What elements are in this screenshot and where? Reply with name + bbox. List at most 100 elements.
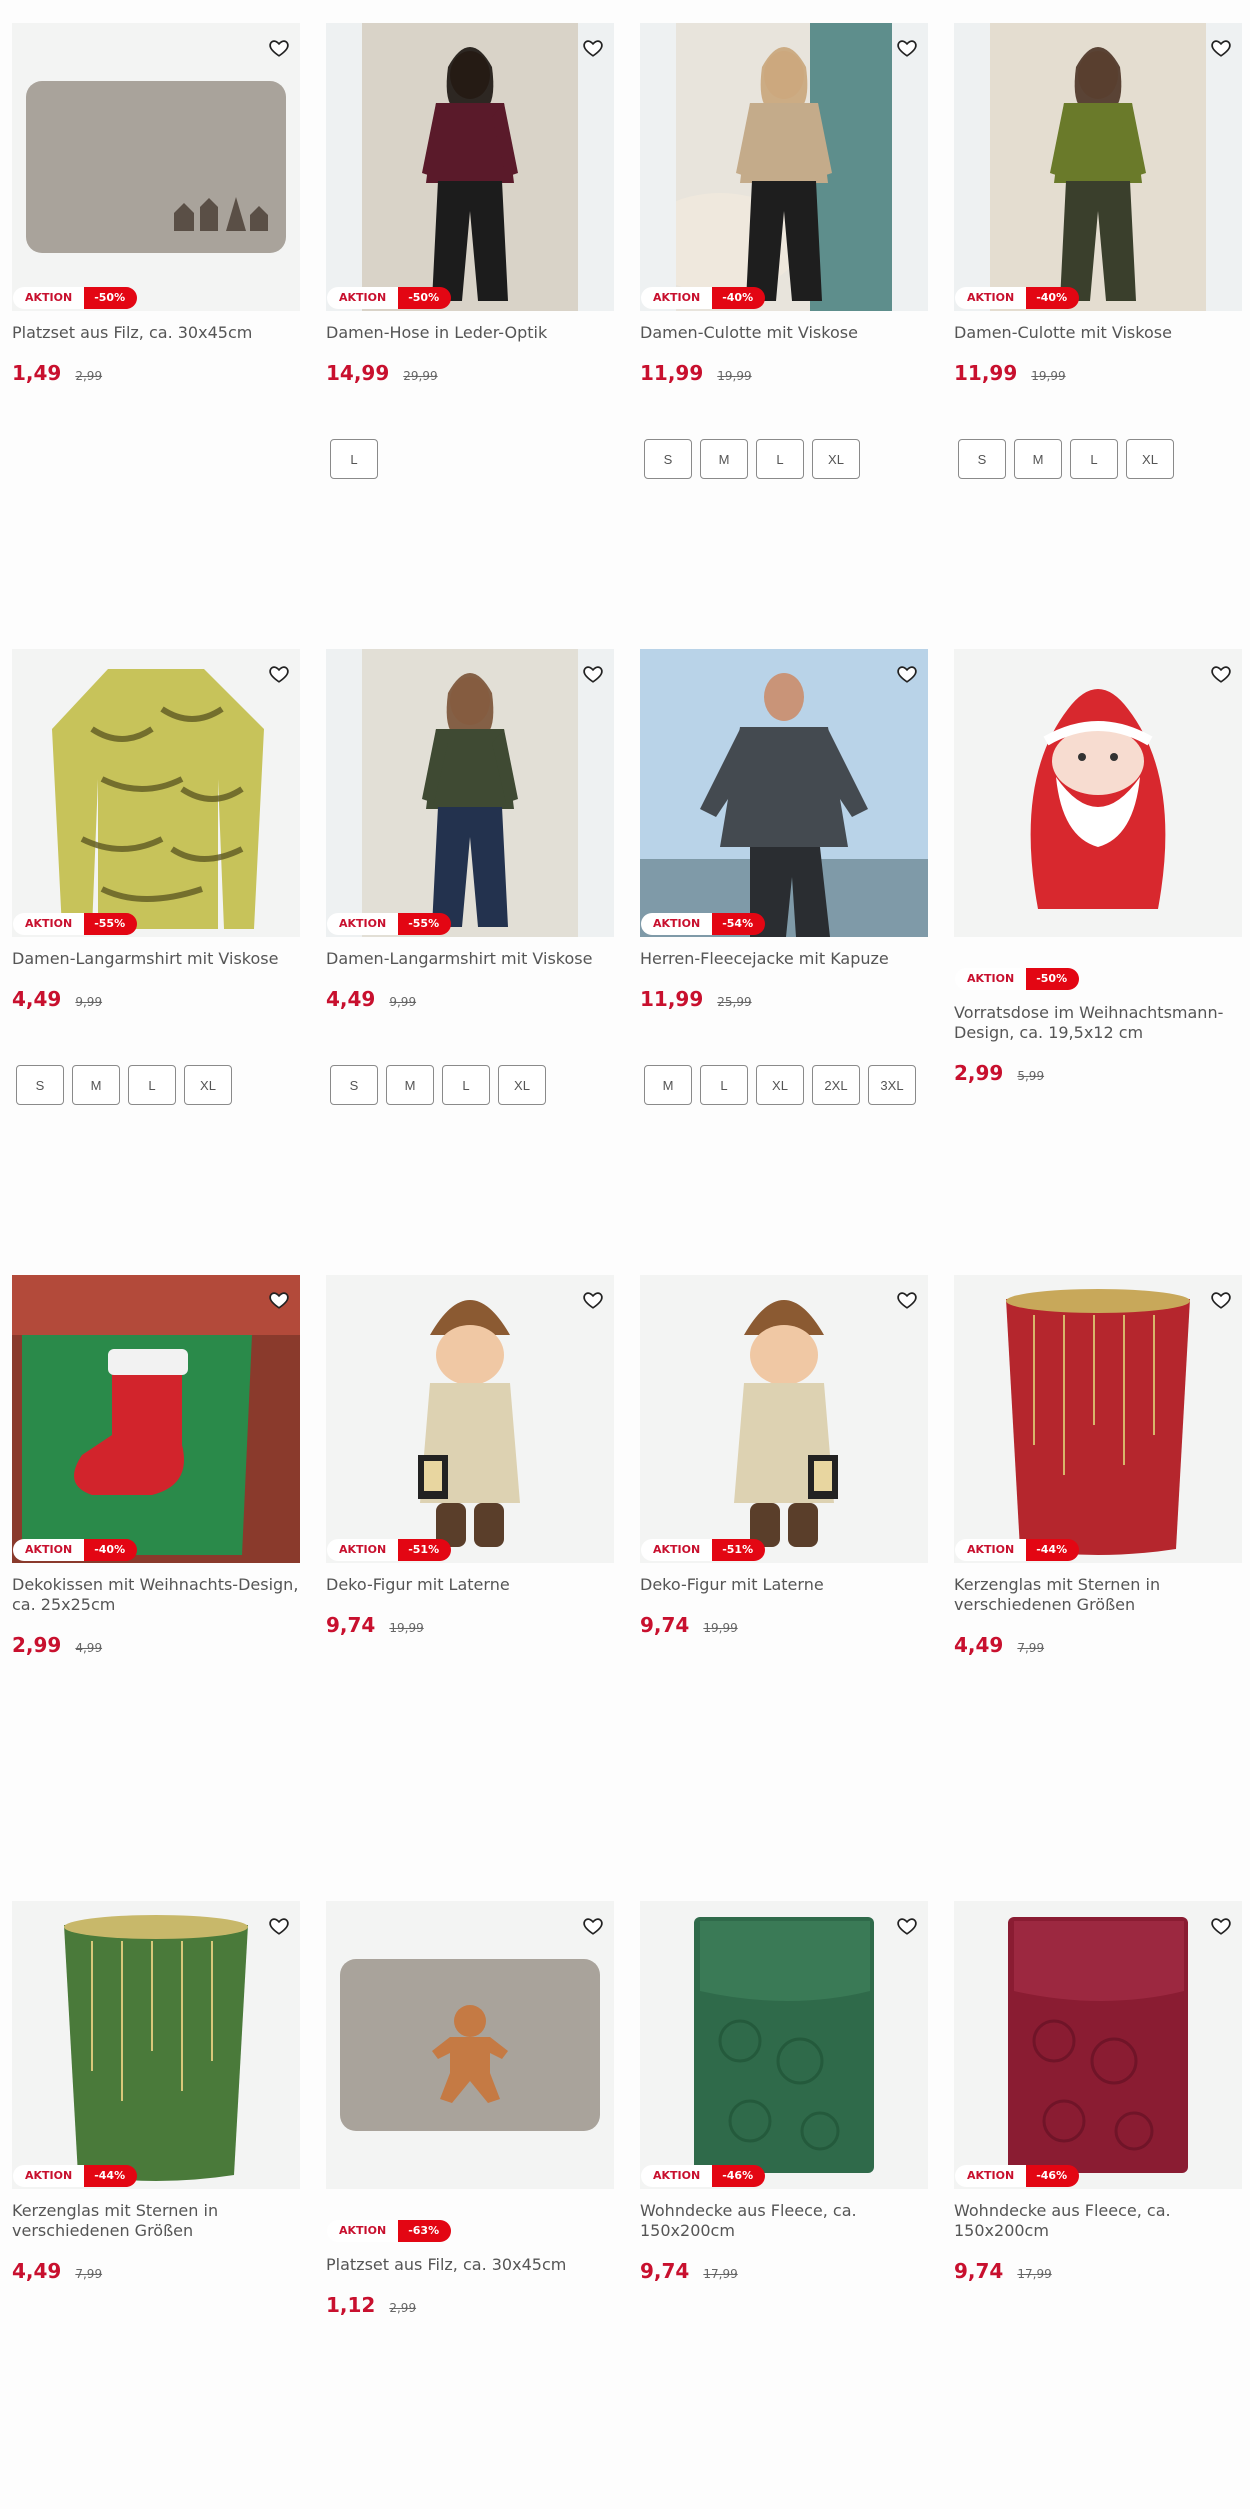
product-title[interactable]: Deko-Figur mit Laterne bbox=[326, 1575, 614, 1595]
wishlist-heart-icon[interactable] bbox=[580, 1913, 606, 1939]
product-image[interactable]: AKTION -46% bbox=[954, 1901, 1242, 2189]
original-price: 9,99 bbox=[75, 995, 103, 1009]
wishlist-heart-icon[interactable] bbox=[1208, 661, 1234, 687]
wishlist-heart-icon[interactable] bbox=[266, 1287, 292, 1313]
wishlist-heart-icon[interactable] bbox=[266, 1913, 292, 1939]
discount-percent: -50% bbox=[398, 287, 452, 309]
discount-badge: AKTION -50% bbox=[327, 286, 452, 310]
size-option-button[interactable]: S bbox=[644, 439, 692, 479]
size-option-button[interactable]: L bbox=[330, 439, 378, 479]
product-image[interactable] bbox=[326, 1901, 614, 2189]
product-image[interactable] bbox=[954, 649, 1242, 937]
aktion-label: AKTION bbox=[641, 1539, 713, 1561]
size-option-button[interactable]: L bbox=[128, 1065, 176, 1105]
wishlist-heart-icon[interactable] bbox=[894, 1913, 920, 1939]
wishlist-heart-icon[interactable] bbox=[266, 661, 292, 687]
discount-badge: AKTION -40% bbox=[955, 286, 1080, 310]
product-title[interactable]: Vorratsdose im Weihnachtsmann-Design, ca… bbox=[954, 1003, 1242, 1043]
product-image[interactable]: AKTION -44% bbox=[12, 1901, 300, 2189]
product-image[interactable]: AKTION -40% bbox=[12, 1275, 300, 1563]
product-image[interactable]: AKTION -50% bbox=[12, 23, 300, 311]
product-card[interactable]: AKTION -51% Deko-Figur mit Laterne 9,74 … bbox=[640, 1275, 928, 1637]
product-card[interactable]: AKTION -50% Platzset aus Filz, ca. 30x45… bbox=[12, 23, 300, 385]
product-card[interactable]: AKTION -40% Damen-Culotte mit Viskose 11… bbox=[640, 23, 928, 479]
wishlist-heart-icon[interactable] bbox=[580, 661, 606, 687]
product-card[interactable]: AKTION -51% Deko-Figur mit Laterne 9,74 … bbox=[326, 1275, 614, 1637]
product-title[interactable]: Damen-Culotte mit Viskose bbox=[640, 323, 928, 343]
size-option-button[interactable]: XL bbox=[1126, 439, 1174, 479]
product-image[interactable]: AKTION -51% bbox=[640, 1275, 928, 1563]
product-image[interactable]: AKTION -54% bbox=[640, 649, 928, 937]
product-image[interactable]: AKTION -44% bbox=[954, 1275, 1242, 1563]
wishlist-heart-icon[interactable] bbox=[894, 35, 920, 61]
product-card[interactable]: AKTION -50% Damen-Hose in Leder-Optik 14… bbox=[326, 23, 614, 479]
size-option-button[interactable]: XL bbox=[498, 1065, 546, 1105]
wishlist-heart-icon[interactable] bbox=[580, 35, 606, 61]
product-card[interactable]: AKTION -40% Dekokissen mit Weihnachts-De… bbox=[12, 1275, 300, 1657]
size-option-button[interactable]: 2XL bbox=[812, 1065, 860, 1105]
size-option-button[interactable]: XL bbox=[184, 1065, 232, 1105]
product-image[interactable]: AKTION -50% bbox=[326, 23, 614, 311]
product-image[interactable]: AKTION -40% bbox=[954, 23, 1242, 311]
product-title[interactable]: Wohndecke aus Fleece, ca. 150x200cm bbox=[640, 2201, 928, 2241]
product-card[interactable]: AKTION -40% Damen-Culotte mit Viskose 11… bbox=[954, 23, 1242, 479]
size-option-button[interactable]: S bbox=[958, 439, 1006, 479]
product-image[interactable]: AKTION -51% bbox=[326, 1275, 614, 1563]
product-card[interactable]: AKTION -44% Kerzenglas mit Sternen in ve… bbox=[954, 1275, 1242, 1657]
wishlist-heart-icon[interactable] bbox=[894, 661, 920, 687]
product-title[interactable]: Damen-Langarmshirt mit Viskose bbox=[326, 949, 614, 969]
product-title[interactable]: Platzset aus Filz, ca. 30x45cm bbox=[12, 323, 300, 343]
size-option-button[interactable]: M bbox=[644, 1065, 692, 1105]
product-title[interactable]: Herren-Fleecejacke mit Kapuze bbox=[640, 949, 928, 969]
size-option-button[interactable]: XL bbox=[812, 439, 860, 479]
size-option-button[interactable]: L bbox=[756, 439, 804, 479]
wishlist-heart-icon[interactable] bbox=[1208, 1913, 1234, 1939]
original-price: 7,99 bbox=[75, 2267, 103, 2281]
green-candle-glass-image bbox=[12, 1901, 300, 2189]
product-image[interactable]: AKTION -55% bbox=[12, 649, 300, 937]
product-title[interactable]: Damen-Hose in Leder-Optik bbox=[326, 323, 614, 343]
size-option-button[interactable]: L bbox=[1070, 439, 1118, 479]
size-option-button[interactable]: M bbox=[386, 1065, 434, 1105]
product-card[interactable]: AKTION -54% Herren-Fleecejacke mit Kapuz… bbox=[640, 649, 928, 1105]
size-option-button[interactable]: S bbox=[16, 1065, 64, 1105]
product-image[interactable]: AKTION -40% bbox=[640, 23, 928, 311]
original-price: 9,99 bbox=[389, 995, 417, 1009]
wishlist-heart-icon[interactable] bbox=[894, 1287, 920, 1313]
wishlist-heart-icon[interactable] bbox=[266, 35, 292, 61]
size-option-button[interactable]: L bbox=[442, 1065, 490, 1105]
product-title[interactable]: Deko-Figur mit Laterne bbox=[640, 1575, 928, 1595]
size-option-button[interactable]: M bbox=[1014, 439, 1062, 479]
product-card[interactable]: AKTION -55% Damen-Langarmshirt mit Visko… bbox=[326, 649, 614, 1105]
discount-percent: -50% bbox=[1026, 968, 1080, 990]
product-title[interactable]: Kerzenglas mit Sternen in verschiedenen … bbox=[12, 2201, 300, 2241]
size-option-button[interactable]: 3XL bbox=[868, 1065, 916, 1105]
product-title[interactable]: Damen-Langarmshirt mit Viskose bbox=[12, 949, 300, 969]
product-title[interactable]: Wohndecke aus Fleece, ca. 150x200cm bbox=[954, 2201, 1242, 2241]
wishlist-heart-icon[interactable] bbox=[1208, 35, 1234, 61]
product-title[interactable]: Kerzenglas mit Sternen in verschiedenen … bbox=[954, 1575, 1242, 1615]
product-card[interactable]: AKTION -46% Wohndecke aus Fleece, ca. 15… bbox=[640, 1901, 928, 2283]
size-selector: S M L XL bbox=[640, 439, 928, 479]
product-card[interactable]: AKTION -50% Vorratsdose im Weihnachtsman… bbox=[954, 649, 1242, 1085]
price-row: 1,12 2,99 bbox=[326, 2293, 614, 2317]
product-card[interactable]: AKTION -44% Kerzenglas mit Sternen in ve… bbox=[12, 1901, 300, 2283]
product-title[interactable]: Platzset aus Filz, ca. 30x45cm bbox=[326, 2255, 614, 2275]
size-selector: L bbox=[326, 439, 614, 479]
size-option-button[interactable]: M bbox=[72, 1065, 120, 1105]
product-image[interactable]: AKTION -46% bbox=[640, 1901, 928, 2189]
product-card[interactable]: AKTION -63% Platzset aus Filz, ca. 30x45… bbox=[326, 1901, 614, 2317]
size-option-button[interactable]: XL bbox=[756, 1065, 804, 1105]
product-card[interactable]: AKTION -55% Damen-Langarmshirt mit Visko… bbox=[12, 649, 300, 1105]
size-option-button[interactable]: S bbox=[330, 1065, 378, 1105]
aktion-label: AKTION bbox=[955, 287, 1027, 309]
wishlist-heart-icon[interactable] bbox=[580, 1287, 606, 1313]
product-title[interactable]: Damen-Culotte mit Viskose bbox=[954, 323, 1242, 343]
product-card[interactable]: AKTION -46% Wohndecke aus Fleece, ca. 15… bbox=[954, 1901, 1242, 2283]
product-title[interactable]: Dekokissen mit Weihnachts-Design, ca. 25… bbox=[12, 1575, 300, 1615]
wishlist-heart-icon[interactable] bbox=[1208, 1287, 1234, 1313]
price-row: 9,74 19,99 bbox=[326, 1613, 614, 1637]
product-image[interactable]: AKTION -55% bbox=[326, 649, 614, 937]
size-option-button[interactable]: M bbox=[700, 439, 748, 479]
size-option-button[interactable]: L bbox=[700, 1065, 748, 1105]
